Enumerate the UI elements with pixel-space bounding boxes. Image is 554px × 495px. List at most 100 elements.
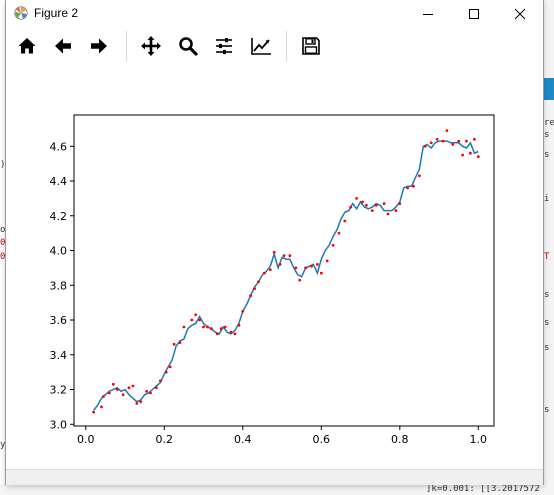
data-point xyxy=(325,259,329,263)
data-point xyxy=(121,393,125,397)
background-text: s xyxy=(544,343,550,353)
data-point xyxy=(159,379,162,383)
y-tick-label: 4.0 xyxy=(50,245,68,258)
x-axis: 0.0 0.2 0.4 0.6 0.8 1.0 xyxy=(77,426,487,446)
data-point xyxy=(257,280,260,284)
data-point xyxy=(435,137,439,141)
forward-arrow-icon xyxy=(91,38,107,54)
data-point xyxy=(298,278,302,282)
data-point xyxy=(441,139,445,143)
configure-subplots-button[interactable] xyxy=(209,32,239,60)
data-point xyxy=(423,144,427,148)
data-point xyxy=(349,205,353,209)
data-point xyxy=(100,405,103,409)
background-text: s xyxy=(544,290,550,300)
back-button[interactable] xyxy=(48,32,78,60)
toolbar-separator xyxy=(126,31,127,61)
figure-canvas[interactable]: 0.0 0.2 0.4 0.6 0.8 1.0 3.0 3.2 3.4 3.6 3.8 4.0 4.2… xyxy=(6,65,543,469)
background-text: i xyxy=(544,194,550,204)
data-point xyxy=(451,143,455,146)
data-point xyxy=(164,370,168,374)
data-point xyxy=(107,391,111,395)
data-point xyxy=(194,313,198,317)
save-button[interactable] xyxy=(296,32,326,60)
data-point xyxy=(272,250,276,254)
close-icon xyxy=(514,8,526,19)
status-bar xyxy=(6,469,543,485)
data-point xyxy=(139,400,143,404)
data-point xyxy=(288,254,292,258)
maximize-button[interactable] xyxy=(451,0,497,27)
data-point xyxy=(278,263,282,266)
data-point xyxy=(172,342,176,346)
data-point xyxy=(223,325,227,329)
background-text: s xyxy=(544,150,550,160)
data-point xyxy=(365,203,368,207)
data-point xyxy=(145,389,149,393)
edit-axis-button[interactable] xyxy=(246,32,276,60)
close-button[interactable] xyxy=(497,0,543,27)
plot-axes-frame xyxy=(73,114,495,427)
background-console-text: ]k=0.001: [[3.2017572 xyxy=(426,484,540,494)
data-point xyxy=(331,243,335,247)
data-point xyxy=(418,174,421,178)
forward-button[interactable] xyxy=(84,32,114,60)
pan-button[interactable] xyxy=(136,32,166,60)
pan-icon xyxy=(141,36,161,56)
data-point xyxy=(394,209,398,213)
figure-window: Figure 2 0.0 0.2 0.4 0.6 0.8 1.0 3.0 3.2… xyxy=(6,0,543,485)
data-point xyxy=(237,323,241,327)
data-point xyxy=(386,212,390,216)
data-point xyxy=(429,141,433,145)
y-tick-label: 4.2 xyxy=(50,210,68,223)
data-point xyxy=(465,139,468,143)
toolbar-separator xyxy=(286,31,287,61)
data-point xyxy=(92,410,95,414)
data-point xyxy=(135,402,139,405)
back-arrow-icon xyxy=(55,38,71,54)
data-point xyxy=(178,341,182,344)
data-point xyxy=(210,327,213,331)
x-tick-label: 0.0 xyxy=(77,433,95,446)
data-point xyxy=(343,219,347,223)
data-point xyxy=(268,268,272,271)
navigation-toolbar xyxy=(6,27,543,65)
zoom-button[interactable] xyxy=(173,32,203,60)
data-point xyxy=(219,327,223,331)
y-axis: 3.0 3.2 3.4 3.6 3.8 4.0 4.2 4.4 4.6 xyxy=(50,140,74,431)
y-tick-label: 4.4 xyxy=(50,175,68,188)
y-tick-label: 3.2 xyxy=(50,384,68,397)
data-point xyxy=(476,155,480,159)
data-point xyxy=(445,129,449,132)
data-point xyxy=(253,287,256,291)
y-tick-label: 4.6 xyxy=(50,140,68,153)
title-bar[interactable]: Figure 2 xyxy=(6,0,543,27)
x-tick-label: 0.6 xyxy=(313,433,331,446)
x-tick-label: 0.2 xyxy=(156,433,174,446)
data-point xyxy=(233,332,237,336)
data-point xyxy=(304,266,307,270)
zoom-icon xyxy=(179,37,198,56)
data-point xyxy=(361,200,364,204)
data-point xyxy=(111,382,115,386)
data-point xyxy=(249,294,253,298)
data-point xyxy=(282,254,286,258)
window-title: Figure 2 xyxy=(34,6,79,20)
data-point xyxy=(294,266,298,270)
background-text: s xyxy=(544,318,550,328)
matplotlib-app-icon xyxy=(14,6,28,20)
data-point xyxy=(182,325,186,329)
data-point xyxy=(374,203,378,207)
data-point xyxy=(149,391,152,395)
minimize-button[interactable] xyxy=(405,0,451,27)
y-tick-label: 3.6 xyxy=(50,314,68,327)
background-text: re xyxy=(544,118,554,128)
data-point xyxy=(102,395,105,398)
data-point xyxy=(263,271,266,275)
data-point xyxy=(355,197,358,200)
data-point xyxy=(398,202,402,206)
data-point xyxy=(469,151,472,155)
background-text: ) xyxy=(0,160,6,170)
data-point xyxy=(229,330,233,334)
home-button[interactable] xyxy=(12,32,42,60)
